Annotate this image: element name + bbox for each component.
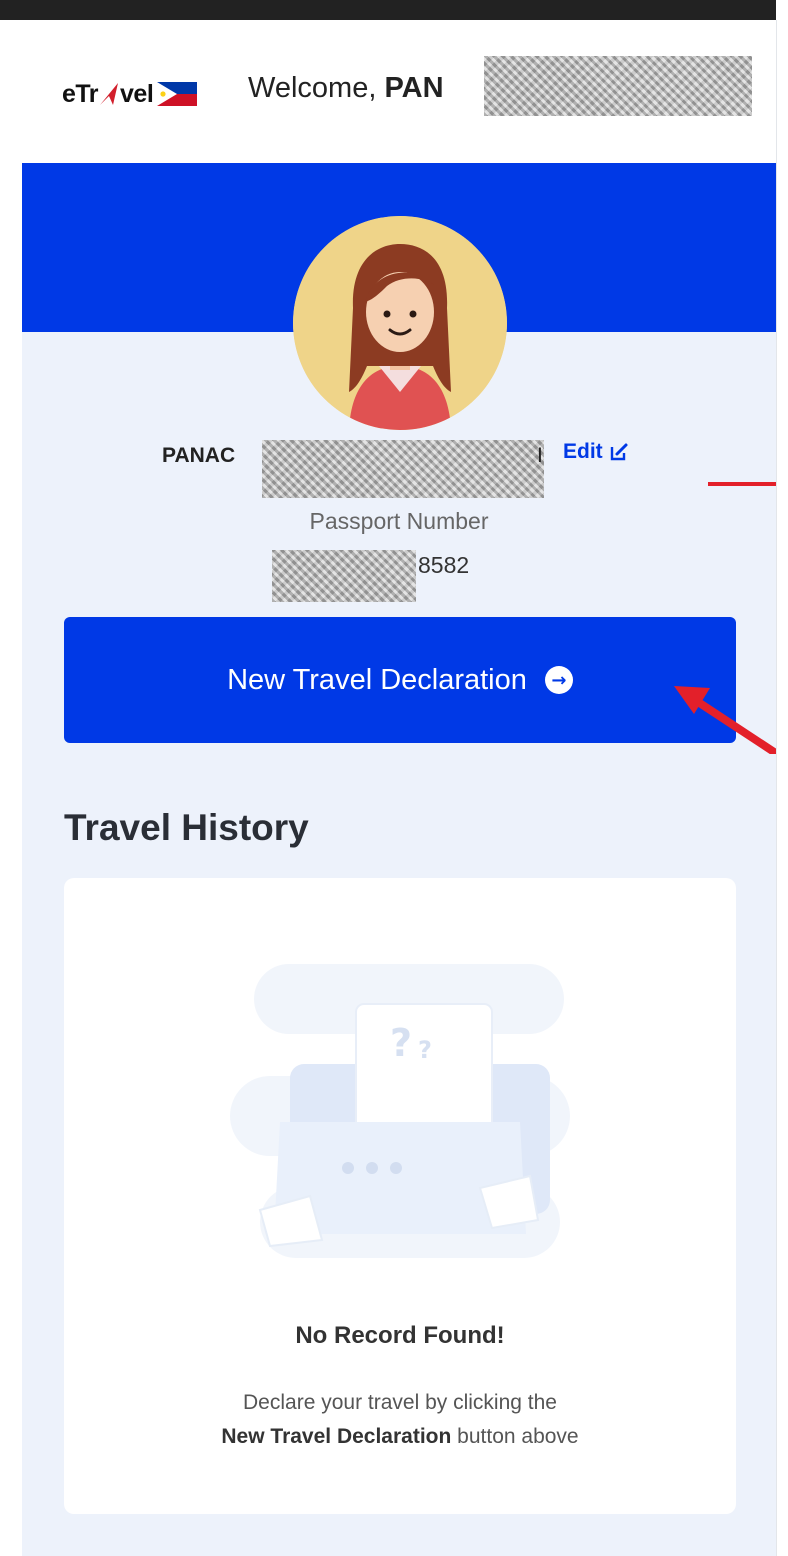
annotation-red-line (708, 482, 776, 486)
top-dark-bar (0, 0, 776, 20)
empty-folder-illustration-icon: ? ? (230, 964, 570, 1258)
redacted-passport-blur (272, 550, 416, 602)
empty-state-line2-rest: button above (457, 1425, 579, 1448)
redacted-name-blur (484, 56, 752, 116)
passport-number-value: 8582 (418, 552, 470, 578)
empty-state-line1: Declare your travel by clicking the (243, 1391, 557, 1414)
new-travel-declaration-label: New Travel Declaration (227, 663, 527, 696)
travel-history-title: Travel History (64, 807, 309, 848)
new-travel-declaration-button[interactable]: New Travel Declaration → (64, 617, 736, 743)
user-avatar[interactable] (293, 216, 507, 430)
svg-text:?: ? (418, 1036, 432, 1064)
etravel-logo[interactable]: eTr vel (62, 74, 198, 114)
avatar-illustration-icon (293, 216, 507, 430)
logo-plane-a-icon (100, 83, 119, 105)
philippine-flag-icon (157, 82, 198, 106)
empty-state-line2: New Travel Declaration button above (64, 1420, 736, 1454)
edit-icon (610, 443, 628, 461)
empty-state-message: Declare your travel by clicking the New … (64, 1386, 736, 1454)
svg-text:?: ? (390, 1021, 412, 1065)
logo-text-end: vel (120, 79, 154, 108)
app-frame: eTr vel Welcome, PAN PANAC I Edit Passpo… (22, 20, 777, 1556)
logo-text-start: eTr (62, 79, 99, 108)
profile-name-prefix: PANAC (162, 444, 236, 467)
profile-name-suffix: I (537, 444, 543, 467)
passport-number-row: 8582 (22, 550, 776, 602)
passport-number-label: Passport Number (309, 508, 489, 534)
welcome-text: Welcome, PAN (248, 72, 444, 105)
app-header: eTr vel Welcome, PAN (22, 20, 776, 163)
edit-profile-button[interactable]: Edit (563, 440, 629, 464)
profile-name-row: PANAC I Edit (22, 438, 776, 498)
redacted-full-name-blur (262, 440, 544, 498)
welcome-name: PAN (384, 72, 444, 104)
travel-history-card: ? ? No Record Found! Declare your travel… (64, 878, 736, 1514)
annotation-red-arrow (674, 686, 776, 754)
arrow-right-circle-icon: → (544, 666, 573, 694)
edit-label: Edit (563, 440, 603, 463)
welcome-label: Welcome, (248, 72, 377, 104)
empty-state-cta-ref: New Travel Declaration (221, 1425, 452, 1448)
no-record-title: No Record Found! (295, 1322, 505, 1349)
